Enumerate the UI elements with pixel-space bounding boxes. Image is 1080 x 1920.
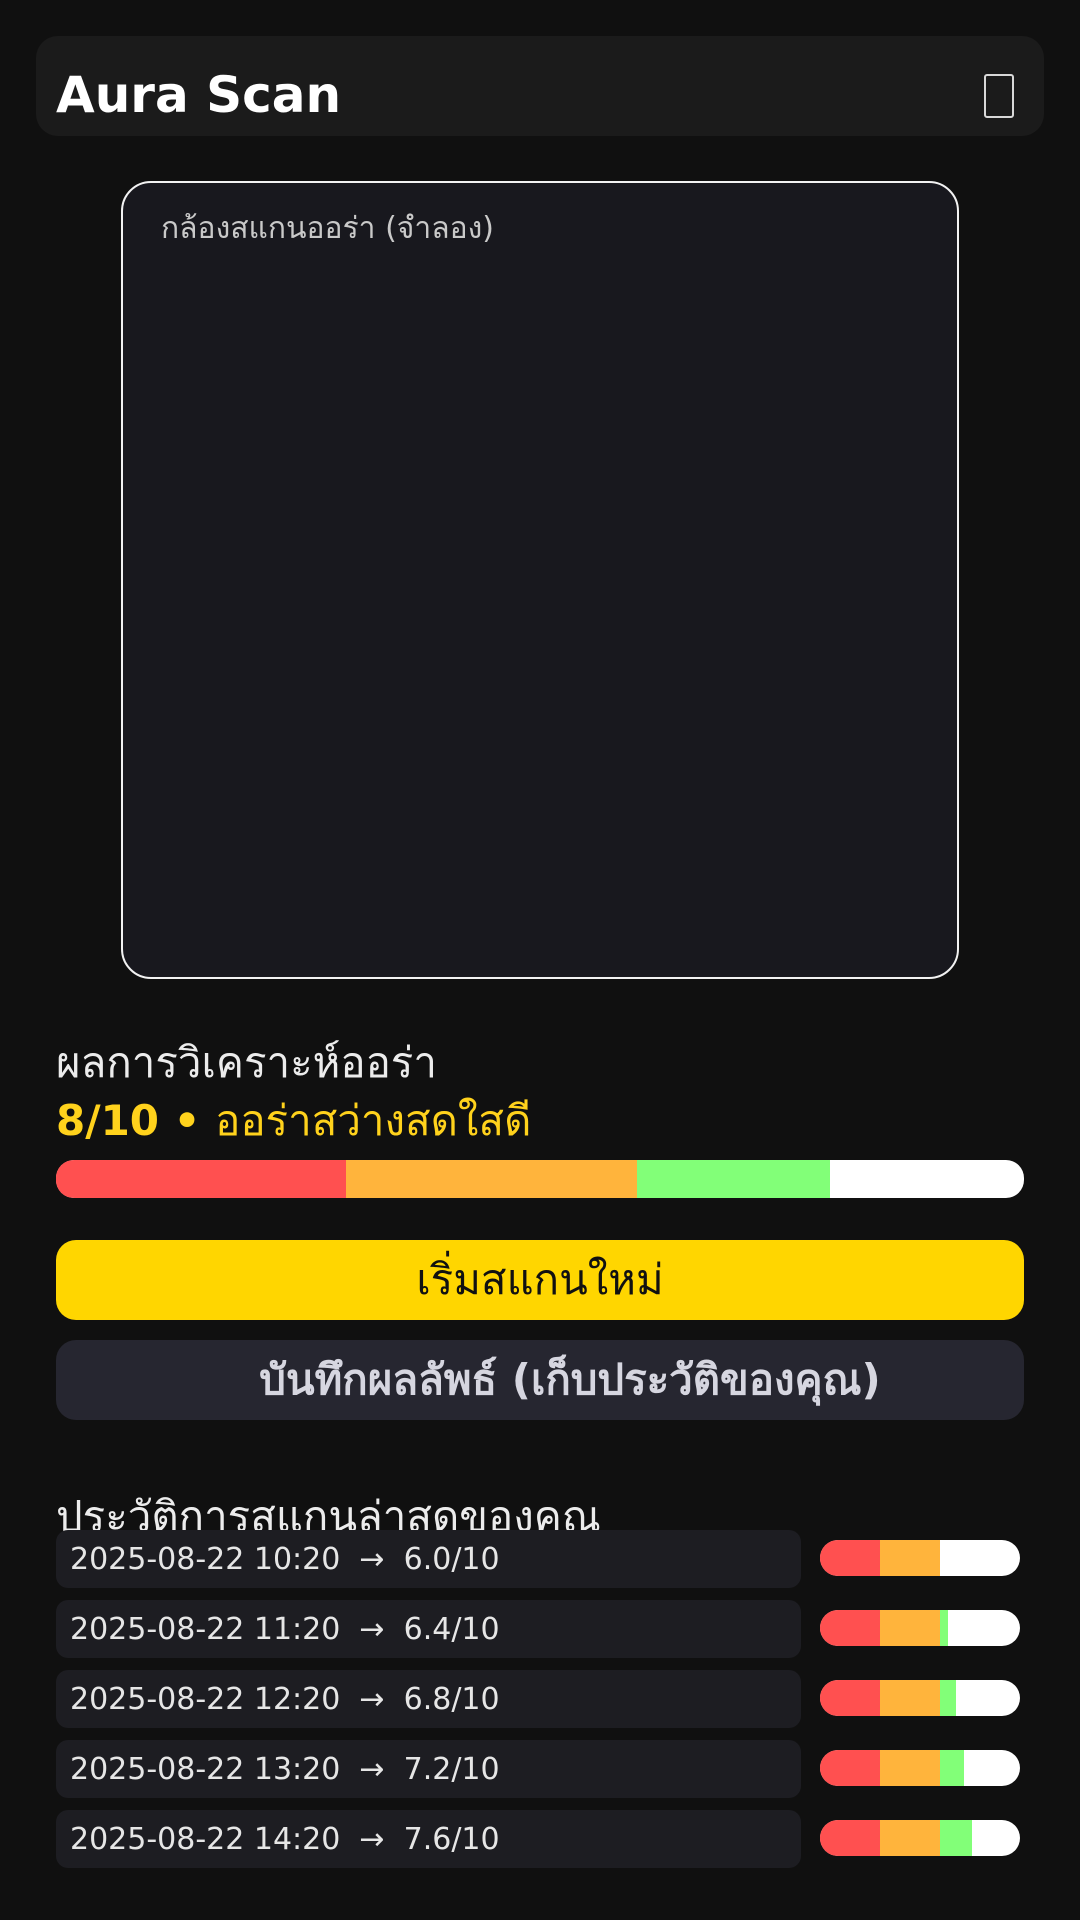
bar-segment-green: [940, 1610, 948, 1646]
bar-segment-red: [820, 1610, 880, 1646]
save-result-button[interactable]: บันทึกผลลัพธ์ (เก็บประวัติของคุณ): [56, 1340, 1024, 1420]
bar-segment-red: [820, 1820, 880, 1856]
history-item[interactable]: 2025-08-22 12:20 → 6.8/10: [56, 1670, 1024, 1728]
history-item-text: 2025-08-22 10:20 → 6.0/10: [70, 1542, 500, 1577]
camera-preview[interactable]: กล้องสแกนออร่า (จำลอง): [121, 181, 959, 979]
history-item[interactable]: 2025-08-22 11:20 → 6.4/10: [56, 1600, 1024, 1658]
bar-segment-red: [820, 1680, 880, 1716]
history-item[interactable]: 2025-08-22 13:20 → 7.2/10: [56, 1740, 1024, 1798]
bar-segment-orange: [880, 1820, 940, 1856]
history-item-bar: [820, 1540, 1020, 1576]
menu-icon[interactable]: [984, 74, 1014, 118]
history-item-bar: [820, 1680, 1020, 1716]
result-separator: •: [159, 1096, 216, 1145]
bar-segment-orange: [880, 1610, 940, 1646]
bar-segment-red: [820, 1750, 880, 1786]
result-description: ออร่าสว่างสดใสดี: [215, 1096, 532, 1145]
history-item-pill: 2025-08-22 11:20 → 6.4/10: [56, 1600, 801, 1658]
bar-segment-red: [820, 1540, 880, 1576]
bar-segment-green: [940, 1750, 964, 1786]
save-result-button-label: บันทึกผลลัพธ์ (เก็บประวัติของคุณ): [259, 1355, 881, 1404]
bar-segment-orange: [346, 1160, 637, 1198]
history-item-text: 2025-08-22 13:20 → 7.2/10: [70, 1752, 500, 1787]
camera-label: กล้องสแกนออร่า (จำลอง): [161, 211, 494, 246]
history-item-pill: 2025-08-22 13:20 → 7.2/10: [56, 1740, 801, 1798]
history-item-text: 2025-08-22 14:20 → 7.6/10: [70, 1822, 500, 1857]
history-item-pill: 2025-08-22 10:20 → 6.0/10: [56, 1530, 801, 1588]
history-item-bar: [820, 1820, 1020, 1856]
history-item-bar: [820, 1610, 1020, 1646]
history-item-bar: [820, 1750, 1020, 1786]
result-score: 8/10: [56, 1096, 160, 1145]
rescan-button[interactable]: เริ่มสแกนใหม่: [56, 1240, 1024, 1320]
bar-segment-orange: [880, 1540, 940, 1576]
rescan-button-label: เริ่มสแกนใหม่: [416, 1255, 664, 1304]
history-item[interactable]: 2025-08-22 10:20 → 6.0/10: [56, 1530, 1024, 1588]
history-item-pill: 2025-08-22 12:20 → 6.8/10: [56, 1670, 801, 1728]
history-item-pill: 2025-08-22 14:20 → 7.6/10: [56, 1810, 801, 1868]
bar-segment-green: [940, 1820, 972, 1856]
history-item-text: 2025-08-22 11:20 → 6.4/10: [70, 1612, 500, 1647]
bar-segment-orange: [880, 1680, 940, 1716]
result-score-line: 8/10 • ออร่าสว่างสดใสดี: [56, 1088, 531, 1154]
bar-segment-green: [940, 1680, 956, 1716]
history-item[interactable]: 2025-08-22 14:20 → 7.6/10: [56, 1810, 1024, 1868]
app-title: Aura Scan: [56, 66, 342, 124]
history-item-text: 2025-08-22 12:20 → 6.8/10: [70, 1682, 500, 1717]
app-header: Aura Scan: [36, 36, 1044, 136]
result-title: ผลการวิเคราะห์ออร่า: [56, 1038, 437, 1087]
bar-segment-orange: [880, 1750, 940, 1786]
bar-segment-green: [636, 1160, 831, 1198]
aura-score-bar: [56, 1160, 1024, 1198]
bar-segment-red: [56, 1160, 347, 1198]
